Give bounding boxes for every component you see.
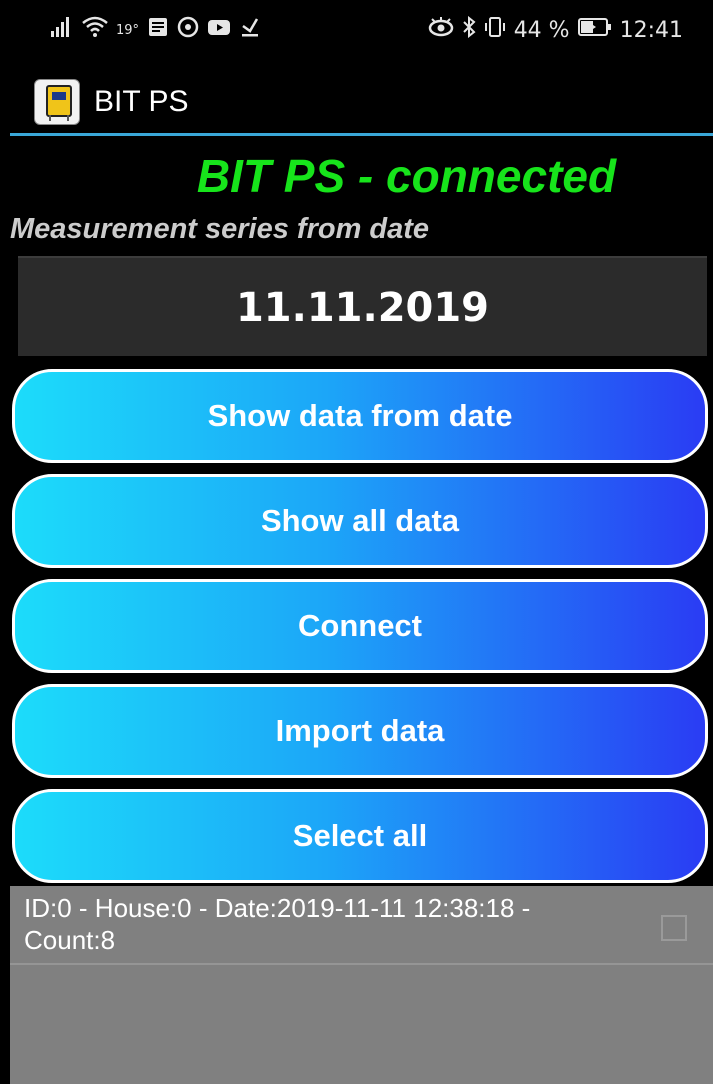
device-legs-icon [49, 115, 69, 121]
device-body-icon [46, 85, 72, 117]
measurement-list: ID:0 - House:0 - Date:2019-11-11 12:38:1… [10, 886, 713, 1084]
status-bar-left: 19° [50, 16, 261, 46]
battery-percent-text: 44 % [513, 18, 570, 43]
show-data-from-date-button[interactable]: Show data from date [12, 369, 708, 463]
connect-button[interactable]: Connect [12, 579, 708, 673]
status-bar-right: 44 % 12:41 [428, 15, 683, 47]
series-label: Measurement series from date [10, 213, 430, 245]
youtube-icon [207, 16, 231, 47]
whatsapp-icon [177, 16, 199, 47]
connection-status: BIT PS - connected [196, 150, 617, 202]
date-picker-field[interactable]: 11.11.2019 [18, 256, 707, 356]
list-item[interactable]: ID:0 - House:0 - Date:2019-11-11 12:38:1… [10, 886, 713, 965]
status-bar: 19° 44 % 12:41 [0, 0, 713, 60]
clock-text: 12:41 [619, 18, 683, 43]
wifi-icon [82, 16, 108, 47]
notification-icon [147, 16, 169, 47]
action-bar: BIT PS [0, 60, 713, 134]
show-all-data-button[interactable]: Show all data [12, 474, 708, 568]
import-data-button[interactable]: Import data [12, 684, 708, 778]
eye-icon [428, 16, 454, 47]
battery-icon [577, 16, 612, 47]
temperature-text: 19° [116, 23, 140, 38]
app-screen: 19° 44 % 12:41 BIT PS BIT PS - connected… [0, 0, 713, 1084]
date-value: 11.11.2019 [235, 285, 490, 331]
download-icon [239, 16, 261, 47]
bluetooth-icon [462, 15, 476, 47]
action-bar-divider [10, 133, 713, 136]
vibrate-icon [484, 16, 506, 47]
app-logo-icon [34, 79, 80, 125]
list-item-checkbox[interactable] [661, 915, 687, 941]
list-item-text: ID:0 - House:0 - Date:2019-11-11 12:38:1… [24, 893, 531, 955]
signal-icon [50, 16, 74, 47]
select-all-button[interactable]: Select all [12, 789, 708, 883]
device-screen-icon [52, 92, 66, 100]
app-title: BIT PS [94, 85, 189, 118]
